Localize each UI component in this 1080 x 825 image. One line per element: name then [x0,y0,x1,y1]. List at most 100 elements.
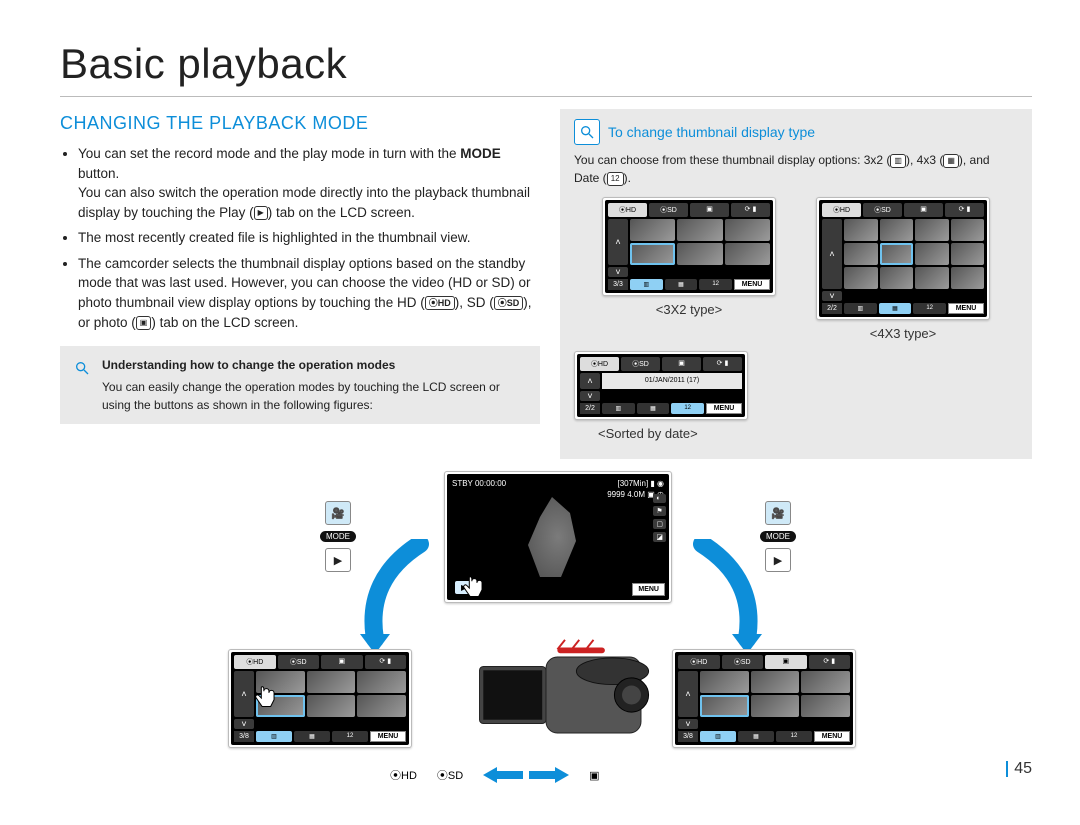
sd-mode-label: ⦿SD [437,767,463,783]
view-4x3-button[interactable]: ▦ [879,303,912,314]
tab-photo[interactable]: ▣ [662,357,701,371]
caption-4x3: <4X3 type> [816,326,990,341]
side-status-icons: ◐⚑▢◪ [653,494,666,542]
menu-button[interactable]: MENU [370,731,406,742]
mode-switch-row: ⦿HD ⦿SD ▣ [390,767,600,783]
tab-photo[interactable]: ▣ [765,655,807,669]
arrow-right-icon [529,767,569,783]
nav-down[interactable]: ˅ [822,291,842,301]
view-date-button[interactable]: 12 [671,403,704,414]
subject-silhouette [528,497,588,577]
page-indicator: 2/2 [822,303,842,314]
tab-status: ⟳ ▮ [809,655,851,669]
menu-button[interactable]: MENU [632,583,665,596]
view-3x2-button[interactable]: ▥ [630,279,663,290]
page-indicator: 3/8 [678,731,698,742]
arrow-curve-left [360,539,440,649]
view-date-button[interactable]: 12 [332,731,368,742]
mode-diagram: STBY 00:00:00 [307Min] ▮ ◉ 9999 4.0M ▣ ◷… [60,467,1032,777]
view-4x3-button[interactable]: ▦ [738,731,774,742]
view-date-button[interactable]: 12 [776,731,812,742]
nav-down[interactable]: ˅ [580,391,600,401]
camcorder-illustration [470,625,660,765]
camera-mode-icon[interactable]: 🎥 [325,501,351,525]
page-indicator: 2/2 [580,403,600,414]
view-4x3-button[interactable]: ▦ [294,731,330,742]
photo-mode-icon: ▣ [589,769,599,782]
date-group[interactable]: 01/JAN/2011 (17) [602,373,742,389]
play-mode-icon[interactable]: ▶ [765,548,791,572]
view-3x2-button[interactable]: ▥ [844,303,877,314]
magnifier-icon [74,356,90,380]
tab-hd[interactable]: ⦿HD [580,357,619,371]
mode-toggle-right: 🎥 MODE ▶ [760,501,796,572]
nav-up[interactable]: ˄ [822,219,842,289]
tab-hd[interactable]: ⦿HD [678,655,720,669]
nav-up[interactable]: ˄ [608,219,628,265]
note-body: You can easily change the operation mode… [102,380,500,412]
stby-label: STBY 00:00:00 [452,479,506,488]
play-tab-icon: ▶ [254,206,268,220]
tab-hd[interactable]: ⦿HD [822,203,861,217]
page-indicator: 3/3 [608,279,628,290]
tab-photo[interactable]: ▣ [690,203,729,217]
tab-status: ⟳ ▮ [703,357,742,371]
view-3x2-button[interactable]: ▥ [256,731,292,742]
page-number: 45 [1006,761,1032,777]
bullet-1: You can set the record mode and the play… [78,144,540,222]
menu-button[interactable]: MENU [734,279,770,290]
mode-toggle-left: 🎥 MODE ▶ [320,501,356,572]
menu-button[interactable]: MENU [814,731,850,742]
nav-down[interactable]: ˅ [234,719,254,729]
tab-photo[interactable]: ▣ [321,655,363,669]
thumbnail-options-box: To change thumbnail display type You can… [560,109,1032,459]
lcd-sorted-by-date: ⦿HD ⦿SD ▣ ⟳ ▮ ˄ 01/JAN/2011 (17) ˅ [574,351,748,420]
menu-button[interactable]: MENU [706,403,742,414]
rightbox-intro: You can choose from these thumbnail disp… [574,151,1018,187]
hd-mode-label: ⦿HD [390,767,417,783]
page-title: Basic playback [60,40,1032,97]
note-box: Understanding how to change the operatio… [60,346,540,424]
tab-sd[interactable]: ⦿SD [722,655,764,669]
tab-sd[interactable]: ⦿SD [621,357,660,371]
main-bullet-list: You can set the record mode and the play… [60,144,540,332]
lcd-4x3: ⦿HD ⦿SD ▣ ⟳ ▮ ˄ [816,197,990,320]
view-4x3-button[interactable]: ▦ [637,403,670,414]
tab-sd[interactable]: ⦿SD [278,655,320,669]
view-4x3-button[interactable]: ▦ [665,279,698,290]
arrow-curve-right [682,539,762,649]
page-indicator: 3/8 [234,731,254,742]
tab-hd[interactable]: ⦿HD [608,203,647,217]
grid-3x2-icon: ▥ [890,154,906,168]
arrow-left-icon [483,767,523,783]
touch-hand-icon [454,571,488,605]
rightbox-heading: To change thumbnail display type [608,124,815,140]
section-heading: CHANGING THE PLAYBACK MODE [60,113,540,134]
menu-button[interactable]: MENU [948,303,984,314]
caption-date: <Sorted by date> [598,426,1018,441]
camera-mode-icon[interactable]: 🎥 [765,501,791,525]
hd-icon: ⦿HD [425,296,455,310]
bullet-3: The camcorder selects the thumbnail disp… [78,254,540,332]
stby-right: [307Min] ▮ ◉ [617,479,664,488]
nav-up[interactable]: ˄ [580,373,600,389]
nav-down[interactable]: ˅ [678,719,698,729]
tab-sd[interactable]: ⦿SD [649,203,688,217]
nav-down[interactable]: ˅ [608,267,628,277]
tab-status: ⟳ ▮ [945,203,984,217]
nav-up[interactable]: ˄ [678,671,698,717]
magnifier-icon [574,119,600,145]
view-3x2-button[interactable]: ▥ [602,403,635,414]
tab-status: ⟳ ▮ [365,655,407,669]
view-date-button[interactable]: 12 [699,279,732,290]
tab-photo[interactable]: ▣ [904,203,943,217]
tab-hd[interactable]: ⦿HD [234,655,276,669]
tab-sd[interactable]: ⦿SD [863,203,902,217]
view-3x2-button[interactable]: ▥ [700,731,736,742]
bullet-2: The most recently created file is highli… [78,228,540,248]
photo-icon: ▣ [136,316,152,330]
caption-3x2: <3X2 type> [602,302,776,317]
view-date-button[interactable]: 12 [913,303,946,314]
mode-label: MODE [320,531,356,542]
play-mode-icon[interactable]: ▶ [325,548,351,572]
